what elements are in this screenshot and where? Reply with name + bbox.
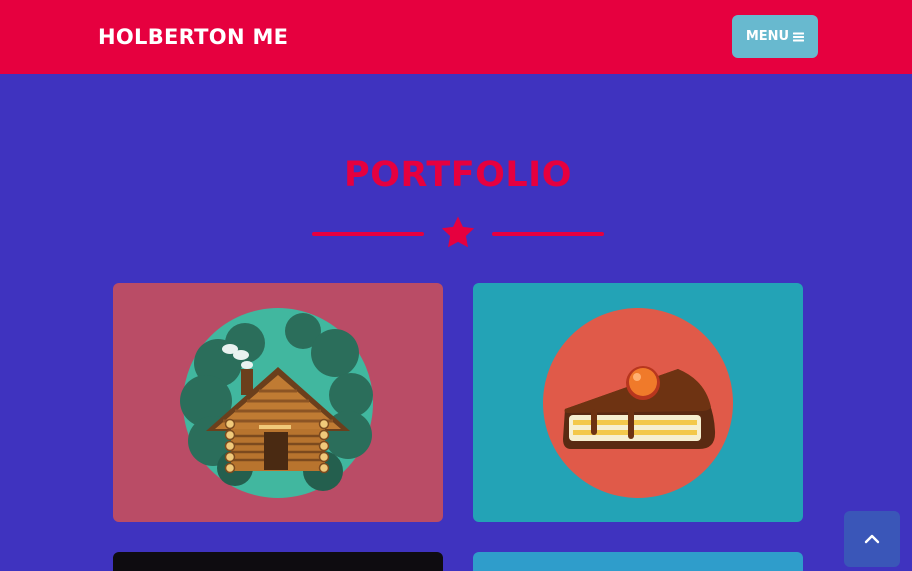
bars-icon (793, 32, 805, 41)
title-divider (312, 214, 604, 254)
menu-button[interactable]: MENU (732, 15, 818, 58)
portfolio-item-3[interactable] (113, 552, 443, 571)
cake-slice-icon (543, 308, 733, 498)
log-cabin-icon (180, 308, 373, 498)
divider-line-right (492, 232, 604, 236)
menu-button-label: MENU (745, 29, 790, 44)
portfolio-item-cake[interactable] (473, 283, 803, 522)
navbar: HOLBERTON ME MENU (0, 0, 912, 74)
portfolio-item-4[interactable] (473, 552, 803, 571)
portfolio-item-cabin[interactable] (113, 283, 443, 522)
chevron-up-icon (864, 534, 880, 544)
divider-line-left (312, 232, 424, 236)
portfolio-title: PORTFOLIO (344, 155, 572, 195)
brand-link[interactable]: HOLBERTON ME (98, 24, 288, 50)
scroll-to-top-button[interactable] (844, 511, 900, 567)
star-icon (441, 216, 475, 248)
